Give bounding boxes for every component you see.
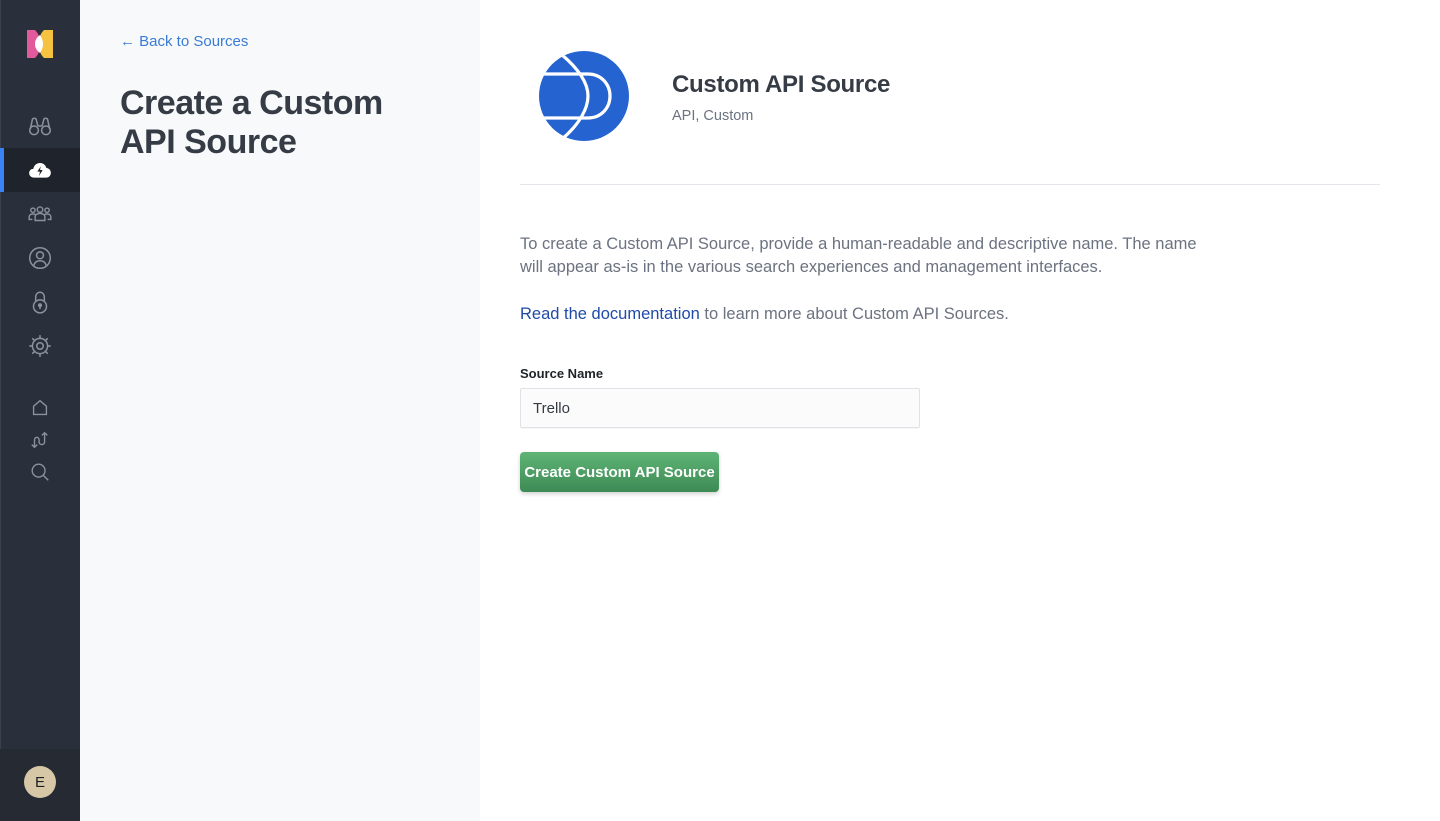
documentation-suffix: to learn more about Custom API Sources.	[699, 305, 1009, 323]
description-text: To create a Custom API Source, provide a…	[520, 235, 1197, 276]
documentation-text: Read the documentation to learn more abo…	[520, 303, 1009, 326]
cloud-bolt-icon	[29, 162, 51, 178]
sidebar-item-sources[interactable]	[0, 148, 80, 192]
divider	[520, 184, 1380, 185]
sidebar: E	[0, 0, 80, 821]
source-name-label: Source Name	[520, 366, 604, 381]
app-logo[interactable]	[25, 28, 55, 60]
binoculars-icon	[28, 117, 52, 136]
source-tags: API, Custom	[672, 108, 754, 124]
page-header-panel: ← Back to Sources Create a Custom API So…	[80, 0, 480, 821]
gear-icon	[29, 335, 51, 357]
custom-api-source-logo-icon	[538, 50, 630, 142]
search-icon	[31, 463, 49, 481]
back-to-sources-link[interactable]: ← Back to Sources	[120, 33, 248, 50]
source-title: Custom API Source	[672, 71, 891, 98]
sidebar-item-account[interactable]	[0, 236, 80, 280]
sidebar-footer: E	[0, 749, 80, 821]
page-title: Create a Custom API Source	[120, 84, 383, 161]
read-documentation-link[interactable]: Read the documentation	[520, 305, 700, 323]
sidebar-item-search[interactable]	[0, 450, 80, 494]
create-custom-api-source-button[interactable]: Create Custom API Source	[520, 452, 719, 492]
sidebar-item-settings[interactable]	[0, 324, 80, 368]
source-name-input[interactable]	[520, 388, 920, 428]
sidebar-item-explore[interactable]	[0, 104, 80, 148]
avatar[interactable]: E	[24, 766, 56, 798]
arrows-flow-icon	[31, 431, 48, 449]
user-circle-icon	[28, 246, 52, 270]
sidebar-item-security[interactable]	[0, 280, 80, 324]
home-icon	[32, 399, 48, 416]
main-content: Custom API Source API, Custom To create …	[480, 0, 1440, 821]
lock-icon	[32, 291, 48, 314]
users-icon	[28, 206, 52, 222]
sidebar-item-groups[interactable]	[0, 192, 80, 236]
